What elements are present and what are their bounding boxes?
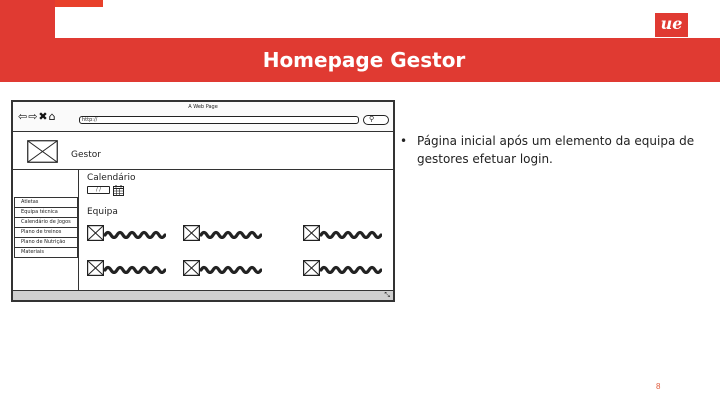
team-member-card[interactable] <box>303 225 398 243</box>
slide-title: Homepage Gestor <box>262 48 466 72</box>
app-header: Gestor <box>13 132 393 170</box>
browser-status-bar: ⤡ <box>13 290 393 300</box>
logo-placeholder-icon <box>27 140 58 163</box>
member-name-scribble <box>200 230 262 239</box>
page-number: 8 <box>656 382 661 391</box>
corner-decoration <box>0 0 55 38</box>
member-name-scribble <box>320 265 382 274</box>
sidebar-menu: Atletas Equipa técnica Calendário de Jog… <box>14 197 78 258</box>
app-name: Gestor <box>71 150 101 160</box>
member-photo-placeholder-icon <box>303 225 320 241</box>
sidebar-item-calendario-jogos[interactable]: Calendário de Jogos <box>14 217 78 228</box>
team-heading: Equipa <box>87 207 118 217</box>
calendar-icon[interactable] <box>113 185 124 196</box>
search-icon: ⚲ <box>369 115 375 123</box>
member-photo-placeholder-icon <box>183 225 200 241</box>
url-field[interactable]: http:// <box>79 116 359 124</box>
bullet-icon: • <box>400 134 408 148</box>
resize-handle-icon[interactable]: ⤡ <box>384 291 390 300</box>
university-logo: ue <box>655 13 688 37</box>
search-button[interactable]: ⚲ <box>363 115 389 125</box>
team-member-card[interactable] <box>303 260 398 278</box>
bullet-text: Página inicial após um elemento da equip… <box>417 134 695 166</box>
corner-strip-decoration <box>55 0 103 7</box>
browser-toolbar: A Web Page ⇦⇨✖⌂ http:// ⚲ <box>13 102 393 132</box>
member-photo-placeholder-icon <box>87 260 104 276</box>
member-photo-placeholder-icon <box>183 260 200 276</box>
sidebar-item-materiais[interactable]: Materiais <box>14 247 78 258</box>
member-name-scribble <box>200 265 262 274</box>
browser-window-title: A Web Page <box>188 104 218 110</box>
date-field[interactable]: / / <box>87 186 110 194</box>
sidebar: Atletas Equipa técnica Calendário de Jog… <box>13 170 79 292</box>
member-name-scribble <box>104 265 166 274</box>
title-bar: Homepage Gestor <box>0 38 720 82</box>
team-member-card[interactable] <box>183 260 278 278</box>
team-member-card[interactable] <box>87 225 182 243</box>
logo-text: ue <box>660 14 683 33</box>
member-name-scribble <box>104 230 166 239</box>
wireframe-browser-window: A Web Page ⇦⇨✖⌂ http:// ⚲ Gestor Atletas… <box>11 100 395 302</box>
team-member-card[interactable] <box>183 225 278 243</box>
team-member-card[interactable] <box>87 260 182 278</box>
member-photo-placeholder-icon <box>303 260 320 276</box>
calendar-heading: Calendário <box>87 173 136 183</box>
member-photo-placeholder-icon <box>87 225 104 241</box>
bullet-point: • Página inicial após um elemento da equ… <box>400 132 700 168</box>
browser-nav-icons[interactable]: ⇦⇨✖⌂ <box>18 111 57 123</box>
member-name-scribble <box>320 230 382 239</box>
